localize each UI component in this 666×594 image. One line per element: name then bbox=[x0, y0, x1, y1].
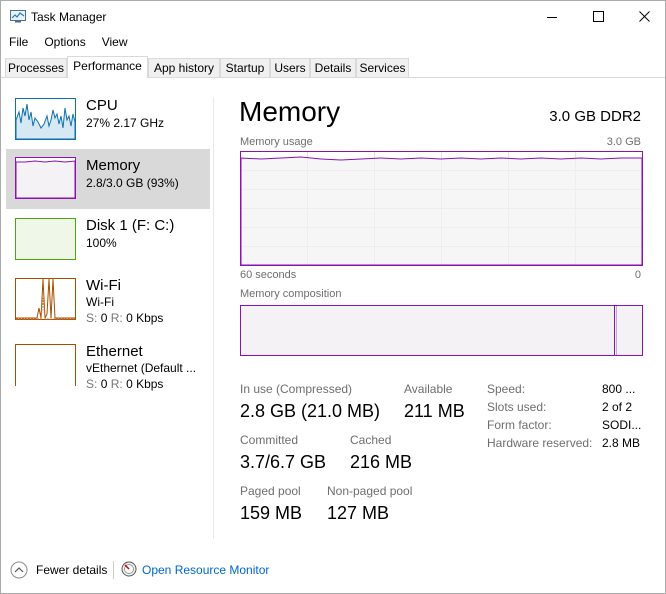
cpu-detail: 27% 2.17 GHz bbox=[86, 116, 165, 130]
tab-app-history[interactable]: App history bbox=[148, 58, 220, 77]
slots-label: Slots used: bbox=[487, 400, 547, 414]
form-factor-value: SODI... bbox=[602, 418, 642, 432]
memory-detail: 2.8/3.0 GB (93%) bbox=[86, 176, 179, 190]
tab-users[interactable]: Users bbox=[270, 58, 310, 77]
usage-graph-max: 3.0 GB bbox=[606, 136, 641, 148]
ethernet-send-value: 0 bbox=[100, 377, 108, 391]
memory-capacity: 3.0 GB DDR2 bbox=[549, 108, 641, 125]
wifi-recv-value: 0 Kbps bbox=[126, 311, 164, 325]
page-title: Memory bbox=[239, 96, 341, 127]
minimize-icon-2 bbox=[547, 16, 557, 18]
sidebar-item-memory[interactable]: Memory 2.8/3.0 GB (93%) bbox=[6, 149, 210, 209]
memory-name: Memory bbox=[86, 157, 141, 174]
cached-label: Cached bbox=[350, 433, 392, 447]
in-use-value: 2.8 GB (21.0 MB) bbox=[240, 401, 381, 421]
committed-value: 3.7/6.7 GB bbox=[240, 452, 327, 472]
window-title: Task Manager bbox=[31, 10, 107, 24]
memory-usage-area bbox=[241, 156, 642, 265]
task-manager-icon bbox=[10, 10, 26, 23]
disk-thumbnail-graph bbox=[15, 218, 76, 260]
hardware-reserved-label: Hardware reserved: bbox=[487, 436, 593, 450]
wifi-name: Wi-Fi bbox=[86, 277, 121, 294]
menu-file[interactable]: File bbox=[1, 33, 36, 51]
maximize-button[interactable] bbox=[575, 1, 621, 32]
ethernet-name: Ethernet bbox=[86, 343, 143, 360]
ethernet-throughput: S: 0 R: 0 Kbps bbox=[86, 377, 163, 391]
committed-label: Committed bbox=[240, 433, 299, 447]
tab-startup[interactable]: Startup bbox=[220, 58, 270, 77]
wifi-adapter: Wi-Fi bbox=[86, 295, 114, 309]
composition-standby-divider bbox=[616, 306, 617, 355]
wifi-throughput: S: 0 R: 0 Kbps bbox=[86, 311, 163, 325]
minimize-button-2[interactable] bbox=[529, 1, 575, 32]
maximize-icon bbox=[592, 11, 604, 22]
cpu-thumbnail-graph bbox=[15, 98, 76, 140]
available-value: 211 MB bbox=[404, 401, 465, 421]
tab-processes[interactable]: Processes bbox=[5, 58, 67, 77]
sidebar-item-cpu[interactable]: CPU 27% 2.17 GHz bbox=[6, 87, 210, 147]
slots-value: 2 of 2 bbox=[602, 400, 633, 414]
paged-pool-value: 159 MB bbox=[240, 503, 303, 523]
footer: Fewer details Open Resource Monitor bbox=[1, 553, 665, 585]
disk-name: Disk 1 (F: C:) bbox=[86, 217, 175, 234]
ethernet-recv-value: 0 Kbps bbox=[126, 377, 164, 391]
ethernet-thumbnail-graph bbox=[15, 344, 76, 386]
sidebar-item-ethernet[interactable]: Ethernet vEthernet (Default ... S: 0 R: … bbox=[6, 333, 210, 393]
in-use-label: In use (Compressed) bbox=[240, 382, 353, 396]
sidebar-divider bbox=[213, 97, 214, 539]
fewer-details-button[interactable]: Fewer details bbox=[36, 563, 107, 577]
ethernet-send-label: S: bbox=[86, 377, 98, 391]
disk-detail: 100% bbox=[86, 236, 117, 250]
chevron-up-icon[interactable] bbox=[10, 561, 28, 579]
wifi-send-label: S: bbox=[86, 311, 98, 325]
menu-view[interactable]: View bbox=[94, 33, 136, 51]
memory-composition-bar bbox=[240, 305, 643, 356]
form-factor-label: Form factor: bbox=[487, 418, 552, 432]
nonpaged-pool-value: 127 MB bbox=[327, 503, 390, 523]
ethernet-adapter: vEthernet (Default ... bbox=[86, 361, 197, 375]
wifi-send-value: 0 bbox=[100, 311, 108, 325]
close-icon bbox=[638, 11, 650, 22]
close-button[interactable] bbox=[621, 1, 666, 32]
composition-label: Memory composition bbox=[240, 288, 342, 300]
hardware-reserved-value: 2.8 MB bbox=[602, 436, 641, 450]
sidebar-item-wifi[interactable]: Wi-Fi Wi-Fi S: 0 R: 0 Kbps bbox=[6, 267, 210, 327]
paged-pool-label: Paged pool bbox=[240, 484, 301, 498]
ethernet-recv-label: R: bbox=[110, 377, 123, 391]
memory-thumbnail-graph bbox=[15, 157, 76, 199]
time-axis-left: 60 seconds bbox=[240, 269, 297, 281]
memory-usage-plot bbox=[241, 152, 642, 265]
tab-performance[interactable]: Performance bbox=[67, 56, 148, 78]
cached-value: 216 MB bbox=[350, 452, 413, 472]
usage-graph-label: Memory usage bbox=[240, 136, 313, 148]
tab-services[interactable]: Services bbox=[356, 58, 409, 77]
composition-in-use-divider bbox=[614, 306, 615, 355]
tab-details[interactable]: Details bbox=[310, 58, 356, 77]
footer-divider bbox=[113, 561, 114, 579]
speed-label: Speed: bbox=[487, 382, 526, 396]
sidebar-item-disk[interactable]: Disk 1 (F: C:) 100% bbox=[6, 207, 210, 267]
available-label: Available bbox=[404, 382, 453, 396]
memory-usage-graph bbox=[240, 151, 643, 266]
open-resource-monitor-link[interactable]: Open Resource Monitor bbox=[142, 563, 269, 577]
time-axis-right: 0 bbox=[634, 269, 641, 281]
nonpaged-pool-label: Non-paged pool bbox=[327, 484, 413, 498]
task-manager-window: Task Manager File Options View Processes… bbox=[0, 0, 666, 594]
wifi-recv-label: R: bbox=[110, 311, 123, 325]
menu-bar: File Options View bbox=[1, 33, 136, 51]
wifi-thumbnail-graph bbox=[15, 278, 76, 320]
resource-monitor-icon[interactable] bbox=[121, 561, 137, 577]
menu-options[interactable]: Options bbox=[36, 33, 93, 51]
cpu-name: CPU bbox=[86, 97, 118, 114]
speed-value: 800 ... bbox=[602, 382, 636, 396]
tab-strip: Processes Performance App history Startu… bbox=[1, 56, 665, 78]
